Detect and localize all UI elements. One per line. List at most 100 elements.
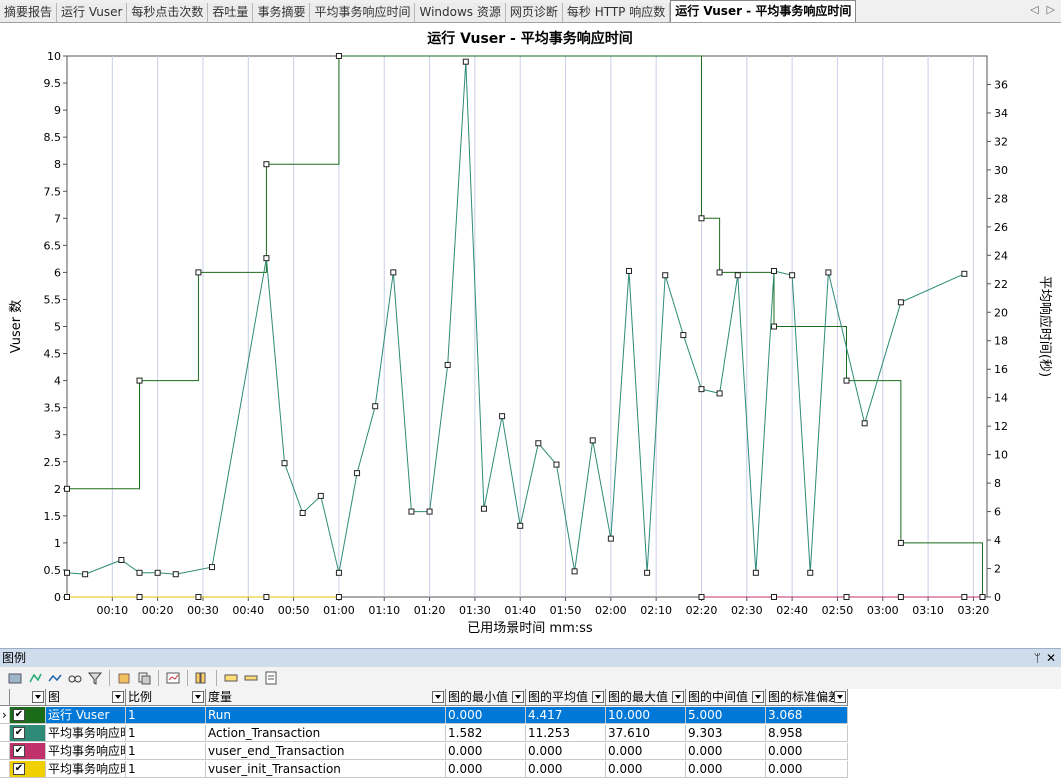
data-point[interactable] — [335, 594, 342, 600]
data-point[interactable] — [589, 437, 596, 444]
data-point[interactable] — [752, 569, 759, 576]
tab-9[interactable]: 运行 Vuser - 平均事务响应时间 — [670, 0, 857, 22]
data-point[interactable] — [499, 413, 506, 420]
data-point[interactable] — [770, 594, 777, 600]
auto-correlate-icon[interactable] — [164, 670, 182, 686]
data-point[interactable] — [716, 390, 723, 397]
data-point[interactable] — [897, 594, 904, 600]
data-point[interactable] — [571, 568, 578, 575]
scale-up-icon[interactable] — [222, 670, 240, 686]
data-point[interactable] — [335, 53, 342, 59]
column-header[interactable]: 图的平均值 — [526, 689, 606, 706]
column-dropdown-icon[interactable] — [752, 691, 764, 703]
visibility-checkbox[interactable]: ✔ — [13, 745, 25, 757]
data-point[interactable] — [861, 420, 868, 427]
tab-4[interactable]: 事务摘要 — [253, 3, 311, 22]
data-point[interactable] — [897, 539, 904, 546]
tab-6[interactable]: Windows 资源 — [415, 3, 506, 22]
data-point[interactable] — [209, 564, 216, 571]
data-point[interactable] — [843, 594, 850, 600]
legend-row[interactable]: ✔ 平均事务响应时 1 Action_Transaction 1.582 11.253 37… — [0, 725, 850, 743]
tab-3[interactable]: 吞吐量 — [208, 3, 254, 22]
data-point[interactable] — [263, 594, 270, 600]
column-header[interactable]: 图的最大值 — [606, 689, 686, 706]
column-dropdown-icon[interactable] — [512, 691, 524, 703]
data-point[interactable] — [317, 492, 324, 499]
data-point[interactable] — [408, 508, 415, 515]
data-point[interactable] — [961, 270, 968, 277]
column-dropdown-icon[interactable] — [834, 691, 846, 703]
data-point[interactable] — [136, 377, 143, 384]
data-point[interactable] — [716, 269, 723, 276]
export-icon[interactable] — [115, 670, 133, 686]
data-point[interactable] — [390, 269, 397, 276]
data-point[interactable] — [698, 215, 705, 222]
data-point[interactable] — [195, 269, 202, 276]
data-point[interactable] — [64, 485, 70, 492]
data-point[interactable] — [263, 161, 270, 168]
data-point[interactable] — [444, 361, 451, 368]
column-header[interactable]: 度量 — [206, 689, 446, 706]
tab-1[interactable]: 运行 Vuser — [57, 3, 128, 22]
data-point[interactable] — [825, 269, 832, 276]
data-point[interactable] — [354, 470, 361, 477]
data-point[interactable] — [698, 594, 705, 600]
visibility-checkbox[interactable]: ✔ — [13, 763, 25, 775]
column-dropdown-icon[interactable] — [672, 691, 684, 703]
column-header[interactable]: 图的最小值 — [446, 689, 526, 706]
data-point[interactable] — [64, 594, 70, 600]
close-icon[interactable]: ✕ — [1046, 649, 1056, 667]
data-point[interactable] — [698, 386, 705, 393]
data-point[interactable] — [607, 535, 614, 542]
filter-icon[interactable] — [86, 670, 104, 686]
data-point[interactable] — [770, 267, 777, 274]
data-point[interactable] — [644, 569, 651, 576]
data-point[interactable] — [281, 460, 288, 467]
data-point[interactable] — [770, 323, 777, 330]
tab-scroll-left-icon[interactable]: ◁ — [1030, 3, 1038, 16]
data-point[interactable] — [843, 377, 850, 384]
data-point[interactable] — [136, 594, 143, 600]
data-point[interactable] — [734, 272, 741, 279]
pin-icon[interactable]: ᛘ — [1034, 649, 1041, 667]
data-point[interactable] — [553, 461, 560, 468]
column-dropdown-icon[interactable] — [112, 691, 124, 703]
data-point[interactable] — [335, 569, 342, 576]
data-point[interactable] — [195, 594, 202, 600]
data-point[interactable] — [897, 299, 904, 306]
data-point[interactable] — [82, 571, 89, 578]
filter-header-cell[interactable] — [10, 689, 46, 706]
legend-row[interactable]: › ✔ 运行 Vuser 1 Run 0.000 4.417 10.000 5.000 3.068 — [0, 707, 850, 725]
data-point[interactable] — [625, 267, 632, 274]
data-point[interactable] — [426, 508, 433, 515]
column-dropdown-icon[interactable] — [432, 691, 444, 703]
column-header[interactable]: 图的中间值 — [686, 689, 766, 706]
data-point[interactable] — [462, 58, 469, 65]
data-point[interactable] — [979, 594, 986, 600]
data-point[interactable] — [172, 571, 179, 578]
tab-8[interactable]: 每秒 HTTP 响应数 — [562, 3, 671, 22]
data-point[interactable] — [680, 332, 687, 339]
data-point[interactable] — [372, 403, 379, 410]
data-point[interactable] — [299, 510, 306, 517]
visibility-checkbox[interactable]: ✔ — [13, 709, 25, 721]
column-header[interactable]: 比例 — [126, 689, 206, 706]
data-point[interactable] — [517, 522, 524, 529]
data-point[interactable] — [480, 505, 487, 512]
show-only-selected-icon[interactable] — [26, 670, 44, 686]
columns-icon[interactable] — [193, 670, 211, 686]
data-point[interactable] — [789, 272, 796, 279]
data-point[interactable] — [136, 569, 143, 576]
column-dropdown-icon[interactable] — [592, 691, 604, 703]
tab-scroll-right-icon[interactable]: ▷ — [1047, 3, 1055, 16]
tab-0[interactable]: 摘要报告 — [0, 3, 58, 22]
column-header[interactable]: 图的标准偏差 — [766, 689, 848, 706]
row-selector[interactable] — [0, 743, 10, 760]
configure-measurements-icon[interactable] — [6, 670, 24, 686]
visibility-checkbox[interactable]: ✔ — [13, 727, 25, 739]
column-dropdown-icon[interactable] — [192, 691, 204, 703]
tab-2[interactable]: 每秒点击次数 — [127, 3, 209, 22]
data-point[interactable] — [961, 594, 968, 600]
tab-7[interactable]: 网页诊断 — [505, 3, 563, 22]
tab-5[interactable]: 平均事务响应时间 — [310, 3, 416, 22]
